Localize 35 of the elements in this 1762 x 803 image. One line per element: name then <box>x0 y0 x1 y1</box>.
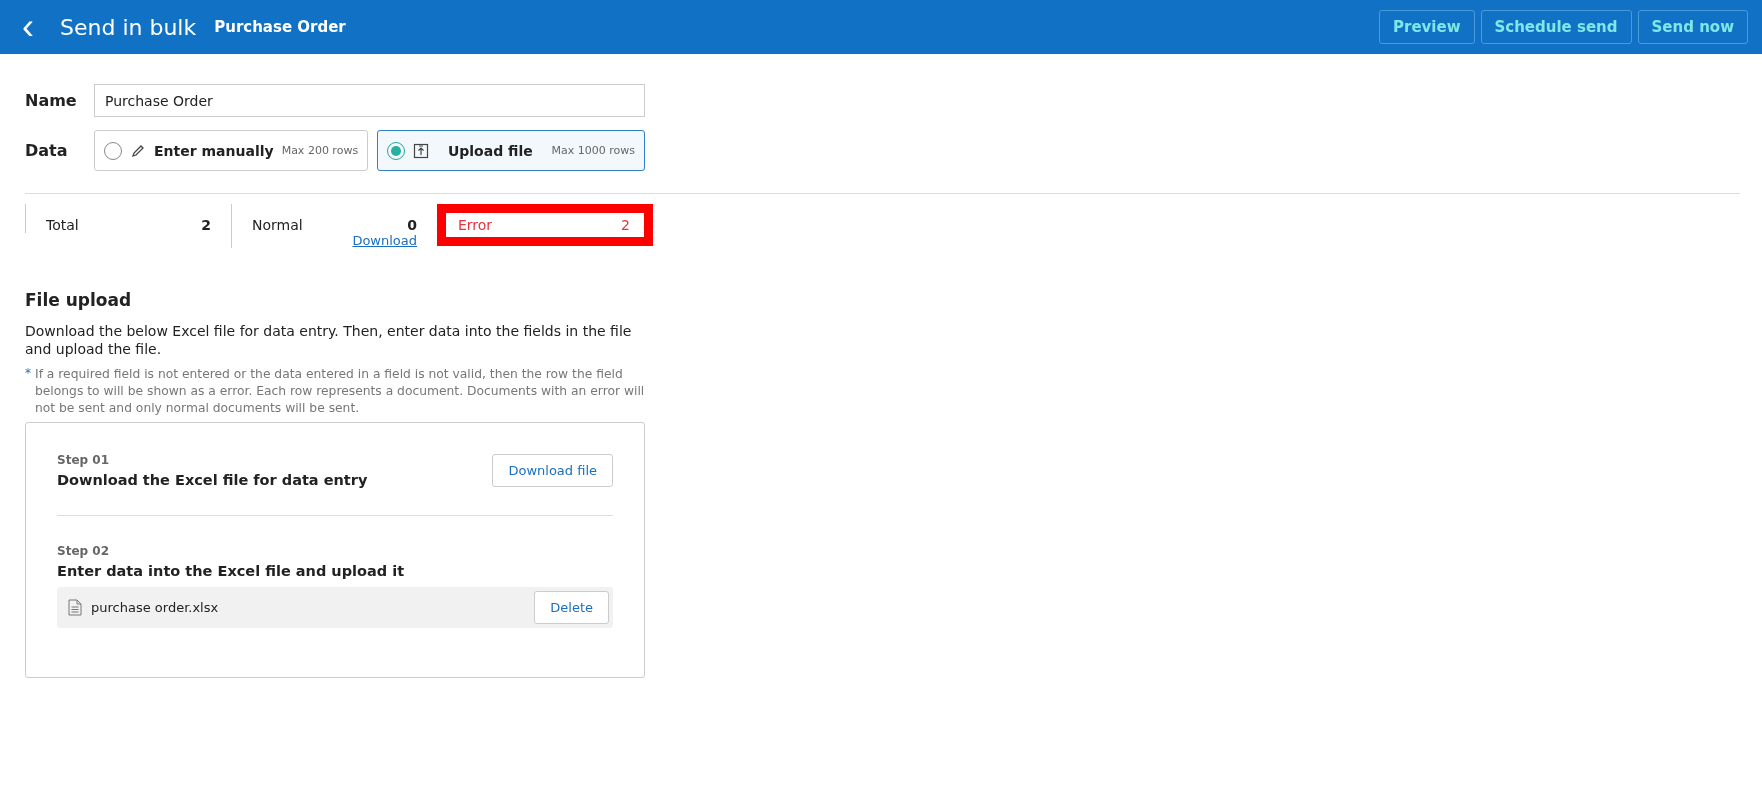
step-number: Step 02 <box>57 544 110 559</box>
download-link[interactable]: Download <box>352 233 417 248</box>
option-limit: Max 200 rows <box>281 144 359 157</box>
page-title: Send in bulk <box>60 14 197 40</box>
upload-icon <box>413 142 430 159</box>
header-button[interactable]: Send now <box>1637 10 1748 44</box>
note-text: If a required field is not entered or the data entered in a field is not valid, then the row the field belongs to will be shown as a error. Each row represents a document. Documents with an error will not be sent and only normal documents will be sent. <box>35 366 645 417</box>
page-subtitle: Purchase Order <box>214 18 347 36</box>
data-option[interactable]: Upload file Max 1000 rows <box>377 130 645 171</box>
option-limit: Max 1000 rows <box>551 144 635 157</box>
back-icon[interactable]: ‹ <box>22 9 34 45</box>
delete-button[interactable]: Delete <box>534 591 609 625</box>
section-description: Download the below Excel file for data entry. Then, enter data into the fields in the file and upload the file. <box>25 322 633 359</box>
section-title: File upload <box>25 290 133 310</box>
step-title: Download the Excel file for data entry <box>57 472 368 489</box>
stat-value: 0 <box>407 217 417 233</box>
header-button[interactable]: Schedule send <box>1480 10 1632 44</box>
data-option[interactable]: Enter manually Max 200 rows <box>94 130 369 171</box>
header-button[interactable]: Preview <box>1379 10 1475 44</box>
stat-label: Normal <box>252 217 303 233</box>
option-label: Upload file <box>447 142 533 159</box>
stat-label: Total <box>46 217 79 233</box>
field-label: Data <box>25 141 69 160</box>
stat-label: Error <box>458 217 493 233</box>
note-mark: * <box>25 366 31 383</box>
name-input[interactable]: Purchase Order <box>94 84 645 117</box>
option-label: Enter manually <box>154 142 274 159</box>
file-name: purchase order.xlsx <box>91 600 220 616</box>
stat-value: 2 <box>201 217 211 233</box>
download-file-button[interactable]: Download file <box>492 454 613 488</box>
step-number: Step 01 <box>57 453 110 468</box>
stat-value: 2 <box>621 217 630 233</box>
step-title: Enter data into the Excel file and upload it <box>57 563 406 580</box>
document-icon <box>68 599 82 617</box>
field-label: Name <box>25 91 78 110</box>
